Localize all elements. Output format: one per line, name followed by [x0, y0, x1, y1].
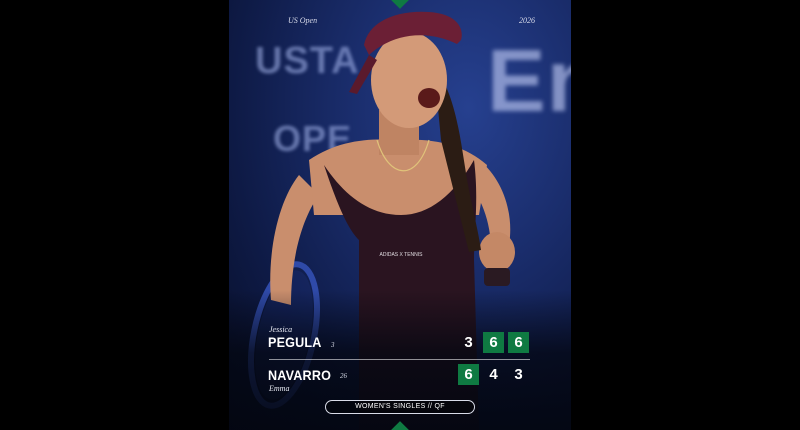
player2-seed: 26 [340, 372, 347, 380]
player1-set3-score: 6 [508, 332, 529, 353]
match-result-card: USTA OPE En ADIDAS X TENNIS US Open 2026… [229, 0, 571, 430]
fist [479, 232, 515, 272]
player2-set1-score: 6 [458, 364, 479, 385]
shirt-logo-text: ADIDAS X TENNIS [380, 252, 424, 258]
player1-seed: 3 [331, 341, 335, 349]
player2-first-name: Emma [269, 384, 290, 393]
player1-last-name: PEGULA [268, 334, 322, 350]
player2-set2-score: 4 [489, 366, 498, 383]
player1-set1-score: 3 [464, 334, 473, 351]
score-divider [269, 359, 530, 360]
player2-last-name: NAVARRO [268, 367, 332, 383]
event-year: 2026 [519, 16, 535, 25]
player1-first-name: Jessica [269, 325, 293, 334]
event-name: US Open [288, 16, 318, 25]
player-head [371, 32, 447, 128]
player2-set3-score: 3 [514, 366, 523, 383]
player1-set2-score: 6 [483, 332, 504, 353]
round-label-pill: WOMEN'S SINGLES // QF [325, 400, 475, 414]
